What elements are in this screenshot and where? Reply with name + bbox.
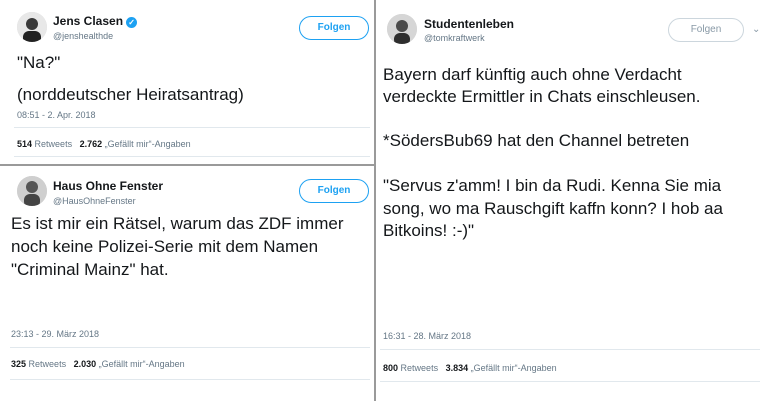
tweet-text-line: "Criminal Mainz" hat. <box>11 260 169 279</box>
verified-icon: ✓ <box>126 17 138 28</box>
timestamp[interactable]: 23:13 - 29. März 2018 <box>11 329 99 339</box>
engagement-stats: 800 Retweets 3.834 „Gefällt mir“-Angaben <box>383 363 557 373</box>
tweet-jens-clasen: Jens Clasen ✓ @jenshealthde Folgen "Na?" … <box>0 0 374 164</box>
likes-label: „Gefällt mir“-Angaben <box>104 139 191 149</box>
likes-count[interactable]: 2.030 <box>74 359 97 369</box>
separator <box>380 381 760 382</box>
follow-button[interactable]: Folgen <box>299 179 369 203</box>
retweets-count[interactable]: 800 <box>383 363 398 373</box>
tweet-text-line: song, wo ma Rauschgift kaffn konn? I hob… <box>383 199 723 218</box>
likes-count[interactable]: 2.762 <box>80 139 103 149</box>
likes-label: „Gefällt mir“-Angaben <box>470 363 557 373</box>
separator <box>10 347 370 348</box>
tweet-studentenleben: Studentenleben @tomkraftwerk Folgen ⌄ Ba… <box>376 0 768 401</box>
user-handle[interactable]: @jenshealthde <box>53 31 113 41</box>
likes-label: „Gefällt mir“-Angaben <box>98 359 185 369</box>
retweets-count[interactable]: 514 <box>17 139 32 149</box>
display-name[interactable]: Haus Ohne Fenster <box>53 179 163 193</box>
engagement-stats: 514 Retweets 2.762 „Gefällt mir“-Angaben <box>17 139 191 149</box>
display-name[interactable]: Studentenleben <box>424 17 514 31</box>
separator <box>14 156 370 157</box>
retweets-label: Retweets <box>34 139 73 149</box>
separator <box>380 349 760 350</box>
display-name[interactable]: Jens Clasen ✓ <box>53 14 138 28</box>
avatar[interactable] <box>387 14 417 44</box>
tweet-text-line: verdeckte Ermittler in Chats einschleuse… <box>383 87 701 106</box>
user-handle[interactable]: @tomkraftwerk <box>424 33 485 43</box>
retweets-count[interactable]: 325 <box>11 359 26 369</box>
retweets-label: Retweets <box>28 359 67 369</box>
timestamp[interactable]: 16:31 - 28. März 2018 <box>383 331 471 341</box>
tweet-text-line: "Na?" <box>17 53 61 72</box>
avatar[interactable] <box>17 176 47 206</box>
engagement-stats: 325 Retweets 2.030 „Gefällt mir“-Angaben <box>11 359 185 369</box>
tweet-text-line: (norddeutscher Heiratsantrag) <box>17 85 244 104</box>
tweet-text-line: Bayern darf künftig auch ohne Verdacht <box>383 65 682 84</box>
tweet-text-line: Es ist mir ein Rätsel, warum das ZDF imm… <box>11 214 344 233</box>
tweet-text-line: Bitkoins! :-)" <box>383 221 475 240</box>
follow-button[interactable]: Folgen <box>668 18 744 42</box>
tweet-text-line: noch keine Polizei-Serie mit dem Namen <box>11 237 319 256</box>
likes-count[interactable]: 3.834 <box>446 363 469 373</box>
retweets-label: Retweets <box>400 363 439 373</box>
tweet-haus-ohne-fenster: Haus Ohne Fenster @HausOhneFenster Folge… <box>0 166 374 401</box>
user-handle[interactable]: @HausOhneFenster <box>53 196 136 206</box>
follow-button[interactable]: Folgen <box>299 16 369 40</box>
tweet-text-line: "Servus z'amm! I bin da Rudi. Kenna Sie … <box>383 176 722 195</box>
separator <box>14 127 370 128</box>
chevron-down-icon[interactable]: ⌄ <box>752 24 760 35</box>
separator <box>10 379 370 380</box>
tweet-text-line: *SödersBub69 hat den Channel betreten <box>383 131 690 150</box>
avatar[interactable] <box>17 12 47 42</box>
timestamp[interactable]: 08:51 - 2. Apr. 2018 <box>17 110 96 120</box>
